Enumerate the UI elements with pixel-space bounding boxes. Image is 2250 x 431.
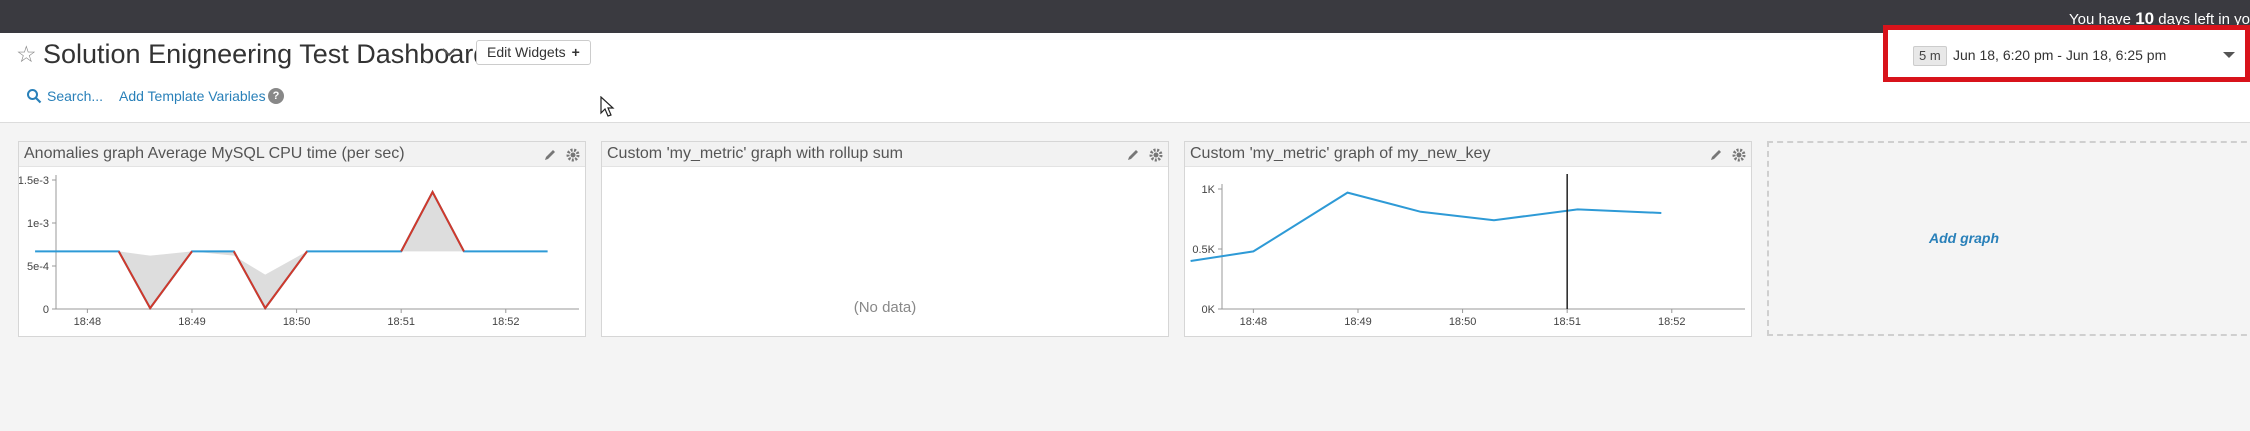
gear-icon[interactable]: [1732, 148, 1746, 162]
y-tick-label: 1K: [1202, 184, 1216, 196]
x-tick-label: 18:51: [387, 316, 415, 328]
x-tick-label: 18:50: [283, 316, 311, 328]
my-new-key-chart[interactable]: 0K 0.5K 1K 18:48 18:49 18:50 18:51 18:52: [1185, 167, 1753, 337]
y-tick-label: 5e-4: [27, 261, 49, 273]
anomaly-band: [35, 192, 548, 309]
mouse-cursor-icon: [600, 96, 615, 117]
widget-title: Anomalies graph Average MySQL CPU time (…: [24, 145, 405, 162]
edit-widgets-button[interactable]: Edit Widgets +: [476, 40, 591, 65]
no-data-text: (No data): [853, 299, 917, 316]
search-icon: [27, 89, 42, 104]
plus-icon: +: [571, 44, 580, 60]
add-graph-link[interactable]: Add graph: [1769, 230, 2159, 246]
widget-anomalies[interactable]: Anomalies graph Average MySQL CPU time (…: [18, 141, 586, 337]
widget-title-bar: Custom 'my_metric' graph of my_new_key: [1185, 142, 1751, 167]
star-icon[interactable]: ☆: [16, 41, 37, 68]
x-tick-label: 18:51: [1553, 316, 1581, 328]
widget-title: Custom 'my_metric' graph of my_new_key: [1190, 145, 1491, 162]
widget-rollup-sum[interactable]: Custom 'my_metric' graph with rollup sum…: [601, 141, 1169, 337]
x-tick-label: 18:48: [1240, 316, 1268, 328]
gear-icon[interactable]: [566, 148, 580, 162]
caret-down-icon[interactable]: [2222, 50, 2236, 60]
help-icon[interactable]: ?: [268, 88, 284, 104]
pencil-icon[interactable]: [1126, 148, 1140, 162]
edit-widgets-label: Edit Widgets: [487, 44, 566, 60]
x-tick-label: 18:49: [178, 316, 206, 328]
widget-title-bar: Anomalies graph Average MySQL CPU time (…: [19, 142, 585, 167]
y-tick-label: 1e-3: [27, 218, 49, 230]
add-template-variables-link[interactable]: Add Template Variables: [119, 88, 266, 104]
y-tick-label: 0.5K: [1192, 244, 1215, 256]
widget-my-new-key[interactable]: Custom 'my_metric' graph of my_new_key 0…: [1184, 141, 1752, 337]
gear-icon[interactable]: [1149, 148, 1163, 162]
add-graph-placeholder[interactable]: Add graph: [1767, 141, 2250, 336]
timeframe-badge[interactable]: 5 m: [1913, 46, 1947, 66]
widget-title: Custom 'my_metric' graph with rollup sum: [607, 145, 903, 162]
x-tick-label: 18:48: [74, 316, 102, 328]
timeframe-range[interactable]: Jun 18, 6:20 pm - Jun 18, 6:25 pm: [1953, 47, 2166, 63]
widget-title-bar: Custom 'my_metric' graph with rollup sum: [602, 142, 1168, 167]
x-tick-label: 18:50: [1449, 316, 1477, 328]
x-tick-label: 18:49: [1344, 316, 1372, 328]
x-tick-label: 18:52: [1658, 316, 1686, 328]
pencil-icon[interactable]: [1709, 148, 1723, 162]
series-line: [1190, 191, 1662, 262]
widget-body: 0K 0.5K 1K 18:48 18:49 18:50 18:51 18:52: [1185, 167, 1751, 337]
series-line: [35, 189, 548, 310]
y-tick-label: 1.5e-3: [19, 175, 49, 187]
pencil-icon[interactable]: [543, 148, 557, 162]
x-tick-label: 18:52: [492, 316, 520, 328]
widget-body: 0 5e-4 1e-3 1.5e-3 18:48 18:49 18:50 18:51 18:52: [18, 167, 587, 337]
anomalies-chart[interactable]: 0 5e-4 1e-3 1.5e-3 18:48 18:49 18:50 18:51 18:52: [18, 167, 587, 337]
chevron-down-icon[interactable]: [438, 41, 460, 63]
y-tick-label: 0K: [1202, 304, 1216, 316]
page-title: Solution Enigneering Test Dashboard: [43, 39, 489, 69]
search-label: Search...: [47, 88, 104, 104]
y-tick-label: 0: [43, 304, 49, 316]
search-link[interactable]: Search...: [26, 88, 103, 104]
